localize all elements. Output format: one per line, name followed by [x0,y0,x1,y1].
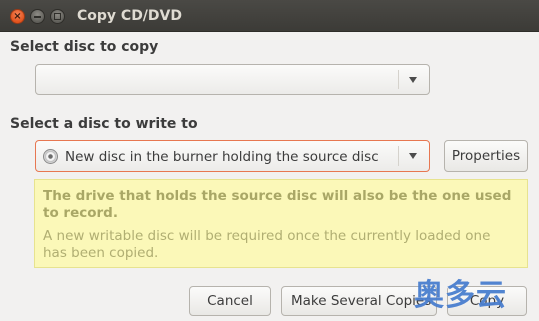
maximize-icon [54,13,61,20]
destination-disc-label: Select a disc to write to [10,116,198,132]
info-secondary-text: A new writable disc will be required onc… [43,228,491,261]
info-bar: The drive that holds the source disc wil… [34,179,528,268]
close-icon: × [13,11,22,22]
maximize-window-button[interactable] [50,9,65,24]
minimize-window-button[interactable] [30,9,45,24]
properties-button[interactable]: Properties [444,140,528,172]
combo-separator [398,70,399,89]
copy-dialog-window: × Copy CD/DVD Select disc to copy Select… [0,0,539,321]
minimize-icon [34,16,41,18]
title-bar[interactable]: × Copy CD/DVD [0,0,539,32]
chevron-down-icon [409,153,417,159]
source-disc-label: Select disc to copy [10,39,159,55]
info-primary-text: The drive that holds the source disc wil… [43,188,512,221]
source-disc-combo[interactable] [35,64,430,95]
close-window-button[interactable]: × [10,9,25,24]
cancel-button[interactable]: Cancel [189,286,271,316]
watermark-logo: 奥多云 [414,278,507,313]
disc-icon [43,149,58,164]
chevron-down-icon [409,77,417,83]
destination-disc-combo[interactable]: New disc in the burner holding the sourc… [35,140,430,172]
window-title: Copy CD/DVD [77,8,182,24]
destination-disc-value: New disc in the burner holding the sourc… [65,149,379,165]
combo-separator [398,146,399,166]
